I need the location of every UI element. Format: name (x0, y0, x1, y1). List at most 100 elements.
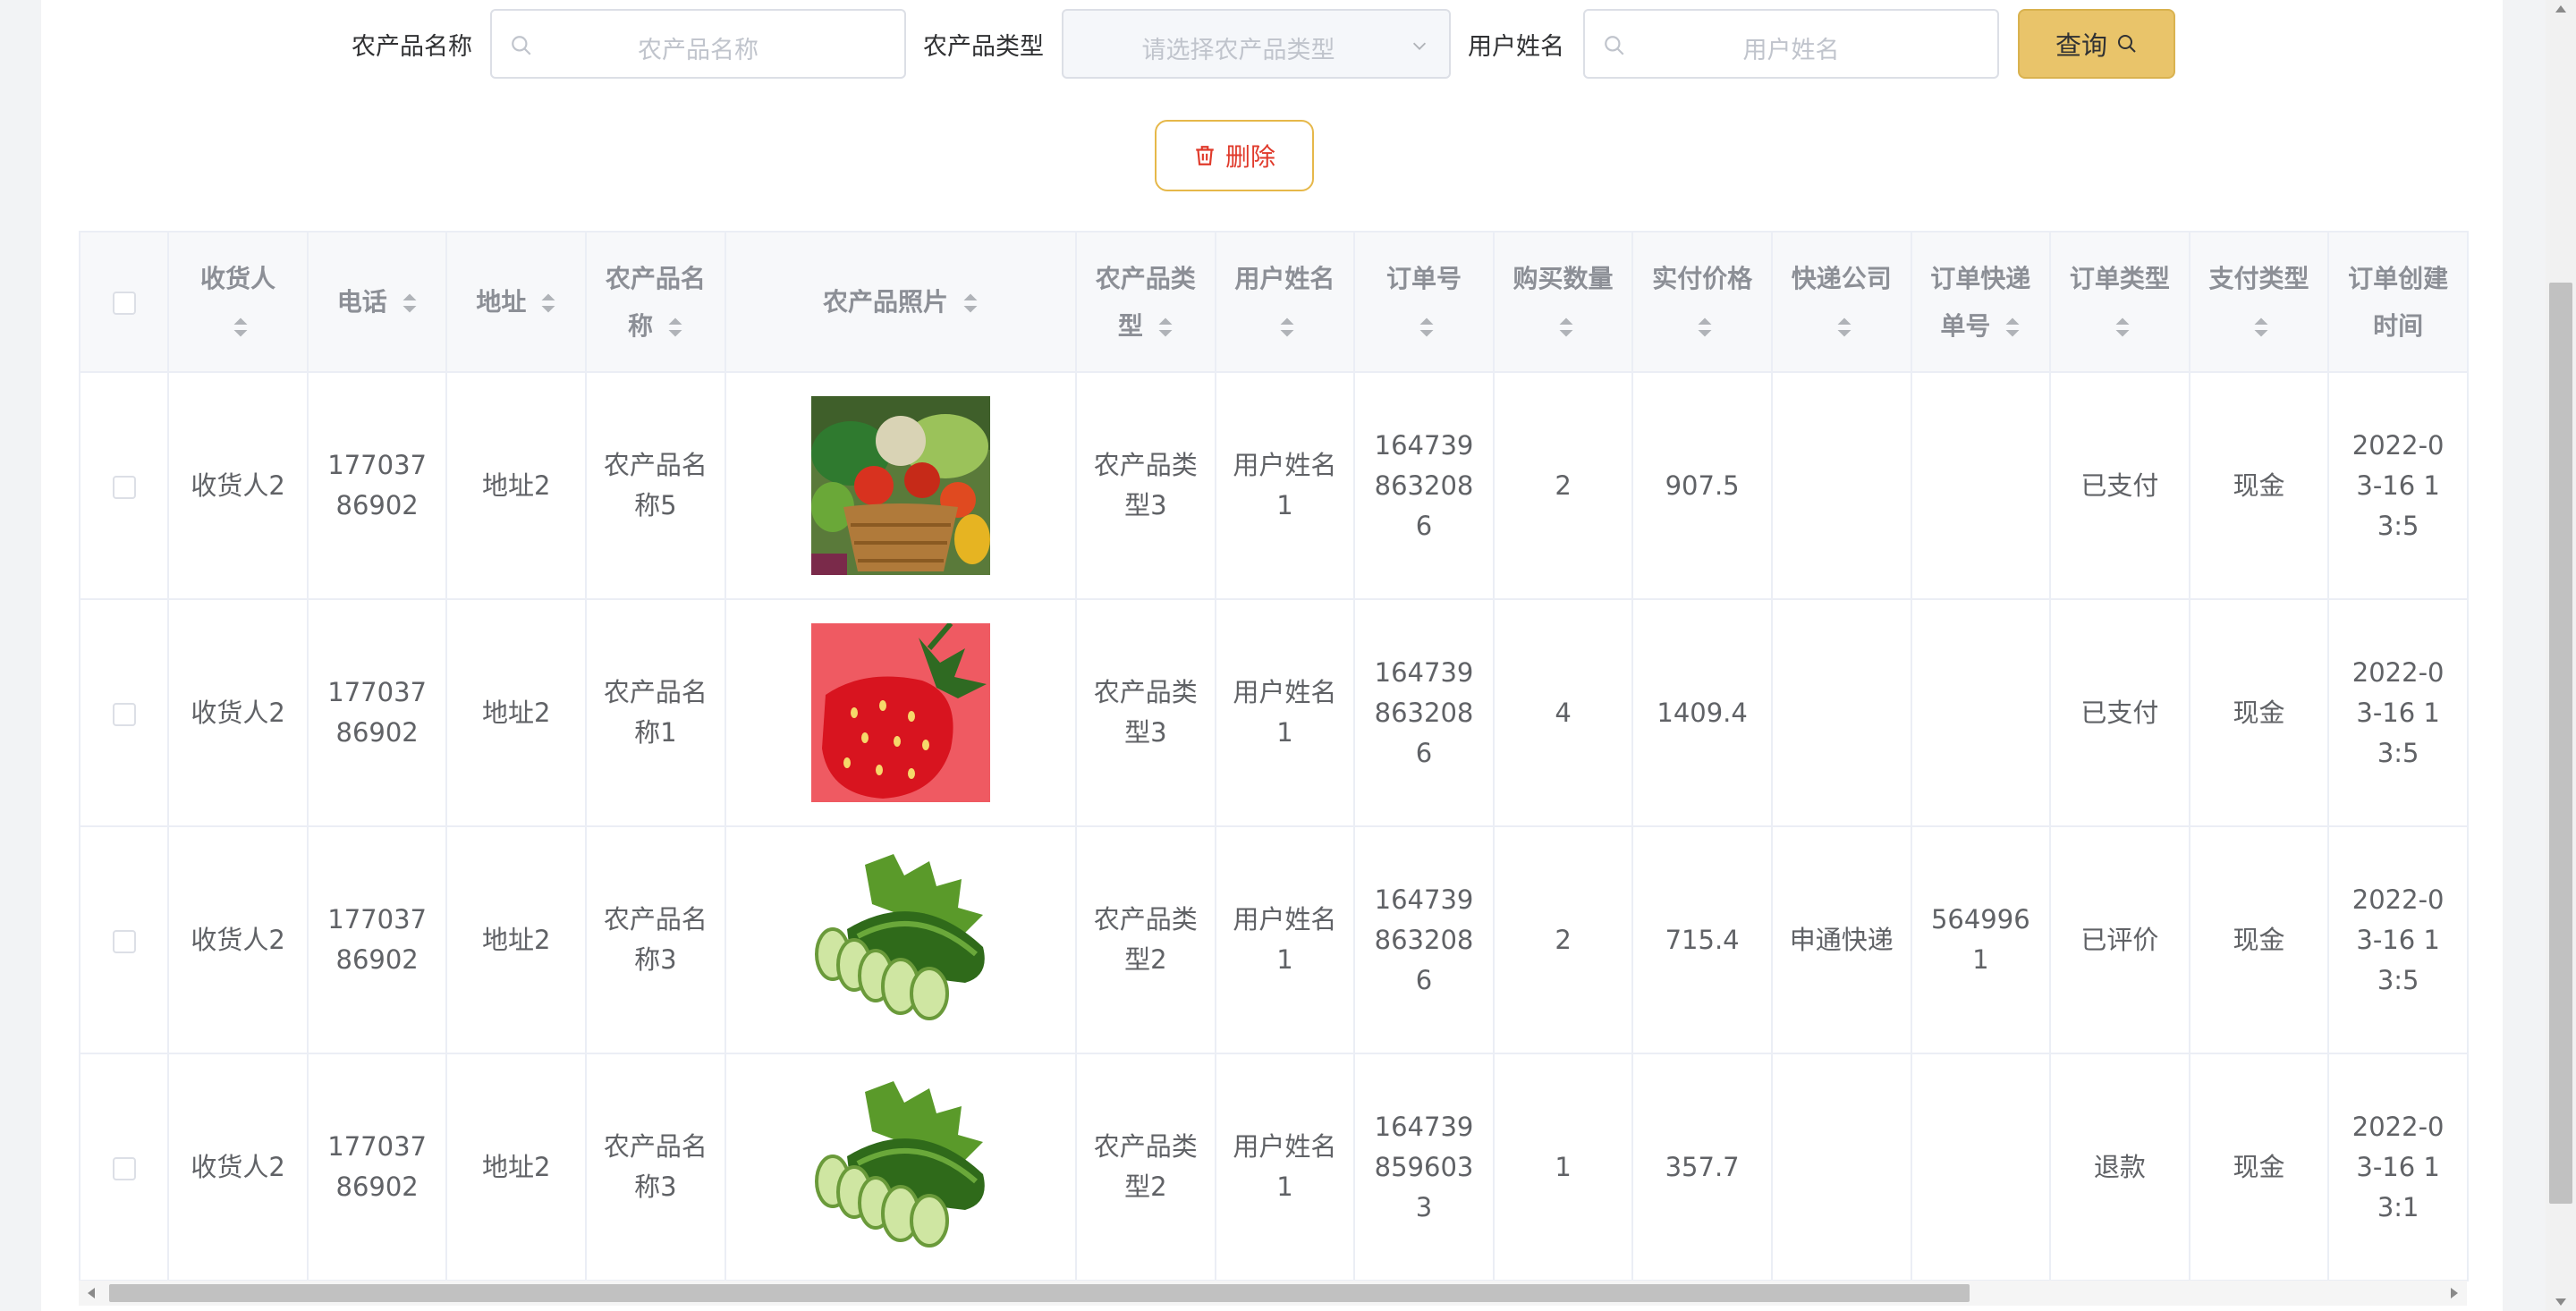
sort-icon[interactable] (2004, 317, 2021, 338)
cell-phone: 17703786902 (307, 599, 448, 827)
cell-recipient: 收货人2 (168, 599, 309, 827)
cell-user-name: 用户姓名1 (1215, 599, 1356, 827)
cell-courier (1771, 1053, 1912, 1281)
scroll-left-icon[interactable] (88, 1288, 95, 1298)
cell-product-type: 农产品类型3 (1076, 599, 1216, 827)
cell-product-type: 农产品类型2 (1076, 826, 1216, 1054)
sort-icon[interactable] (1558, 317, 1574, 338)
sort-icon[interactable] (2253, 317, 2269, 338)
cell-product-name: 农产品名称5 (586, 372, 726, 600)
cell-user-name: 用户姓名1 (1215, 372, 1356, 600)
cell-user-name: 用户姓名1 (1215, 826, 1356, 1054)
product-name-input[interactable]: 农产品名称 (490, 9, 906, 79)
horizontal-scrollbar-thumb[interactable] (109, 1284, 1970, 1302)
header-label: 收货人 (200, 263, 276, 293)
cell-address: 地址2 (446, 1053, 588, 1281)
cell-select (80, 826, 170, 1054)
cell-quantity: 2 (1493, 372, 1634, 600)
strawberry-photo[interactable] (810, 623, 990, 802)
sort-icon[interactable] (1279, 317, 1295, 338)
row-checkbox[interactable] (112, 1156, 136, 1180)
cell-payment-type: 现金 (2189, 372, 2330, 600)
sort-icon[interactable] (1157, 317, 1174, 338)
cell-courier (1771, 599, 1912, 827)
sort-icon[interactable] (540, 292, 556, 314)
header-payment-type[interactable]: 支付类型 (2189, 233, 2330, 373)
scroll-down-icon[interactable] (2555, 1298, 2566, 1306)
header-quantity[interactable]: 购买数量 (1493, 233, 1634, 373)
cell-recipient: 收货人2 (168, 1053, 309, 1281)
cell-tracking-no: 5649961 (1911, 826, 2052, 1054)
delete-button[interactable]: 删除 (1155, 120, 1314, 191)
table-row: 收货人2 17703786902 地址2 农产品名称3 农产品类型2 用户姓名1… (80, 826, 2469, 1054)
vegetable-basket-photo[interactable] (810, 396, 990, 575)
header-label: 实付价格 (1652, 263, 1753, 293)
header-courier[interactable]: 快递公司 (1771, 233, 1912, 373)
cell-payment-type: 现金 (2189, 1053, 2330, 1281)
header-product-type[interactable]: 农产品类型 (1076, 233, 1216, 373)
cell-tracking-no (1911, 372, 2052, 600)
sort-icon[interactable] (1836, 317, 1852, 338)
cell-quantity: 1 (1493, 1053, 1634, 1281)
header-tracking-no[interactable]: 订单快递单号 (1911, 233, 2052, 373)
vertical-scrollbar-thumb[interactable] (2549, 283, 2572, 1204)
row-checkbox[interactable] (112, 929, 136, 953)
row-checkbox[interactable] (112, 475, 136, 499)
scroll-right-icon[interactable] (2451, 1288, 2458, 1298)
cell-select (80, 599, 170, 827)
product-name-placeholder: 农产品名称 (638, 37, 758, 64)
cell-select (80, 1053, 170, 1281)
cell-courier (1771, 372, 1912, 600)
header-recipient[interactable]: 收货人 (168, 233, 309, 373)
sort-icon[interactable] (2114, 317, 2131, 338)
cucumber-photo[interactable] (810, 850, 990, 1029)
sort-icon[interactable] (1697, 317, 1713, 338)
user-name-placeholder: 用户姓名 (1742, 37, 1840, 64)
cell-order-time: 2022-03-16 1​3:5 (2328, 599, 2469, 827)
cell-recipient: 收货人2 (168, 826, 309, 1054)
header-label: 订单创建时间 (2348, 263, 2449, 341)
sort-icon[interactable] (667, 317, 683, 338)
header-order-no[interactable]: 订单号 (1354, 233, 1495, 373)
product-type-select[interactable]: 请选择农产品类型 (1062, 9, 1451, 79)
cell-order-type: 已评价 (2050, 826, 2190, 1054)
user-name-input[interactable]: 用户姓名 (1583, 9, 1999, 79)
cell-address: 地址2 (446, 599, 588, 827)
cell-tracking-no (1911, 599, 2052, 827)
header-label: 支付类型 (2208, 263, 2309, 293)
header-label: 用户姓名 (1234, 263, 1335, 293)
header-phone[interactable]: 电话 (307, 233, 448, 373)
product-type-label: 农产品类型 (923, 33, 1044, 61)
header-order-type[interactable]: 订单类型 (2050, 233, 2190, 373)
header-select-all[interactable] (80, 233, 170, 373)
horizontal-scrollbar[interactable] (79, 1281, 2467, 1306)
cell-paid-price: 715.4 (1632, 826, 1773, 1054)
header-product-name[interactable]: 农产品名称 (586, 233, 726, 373)
sort-icon[interactable] (402, 292, 418, 314)
select-all-checkbox[interactable] (112, 292, 136, 315)
cell-order-time: 2022-03-16 1​3:5 (2328, 372, 2469, 600)
header-order-time[interactable]: 订单创建时间 (2328, 233, 2469, 373)
header-paid-price[interactable]: 实付价格 (1632, 233, 1773, 373)
search-icon (2118, 35, 2136, 53)
row-checkbox[interactable] (112, 702, 136, 726)
header-user-name[interactable]: 用户姓名 (1215, 233, 1356, 373)
cell-phone: 17703786902 (307, 372, 448, 600)
cell-product-name: 农产品名称3 (586, 1053, 726, 1281)
cell-order-no: 1647398632086 (1354, 599, 1495, 827)
orders-table: 收货人 电话 地址 农产品名称 农产品照片 农产品类型 用户姓名 订单号 购买数… (79, 231, 2469, 1286)
cell-payment-type: 现金 (2189, 826, 2330, 1054)
header-photo[interactable]: 农产品照片 (724, 233, 1078, 373)
cell-product-type: 农产品类型2 (1076, 1053, 1216, 1281)
scroll-up-icon[interactable] (2555, 5, 2566, 13)
vertical-scrollbar[interactable] (2546, 0, 2576, 1311)
cucumber-photo[interactable] (810, 1078, 990, 1256)
cell-address: 地址2 (446, 826, 588, 1054)
query-button[interactable]: 查询 (2018, 9, 2175, 79)
sort-icon[interactable] (233, 317, 249, 338)
sort-icon[interactable] (1419, 317, 1435, 338)
cell-phone: 17703786902 (307, 1053, 448, 1281)
header-address[interactable]: 地址 (446, 233, 588, 373)
cell-photo (724, 1053, 1078, 1281)
sort-icon[interactable] (962, 292, 979, 314)
